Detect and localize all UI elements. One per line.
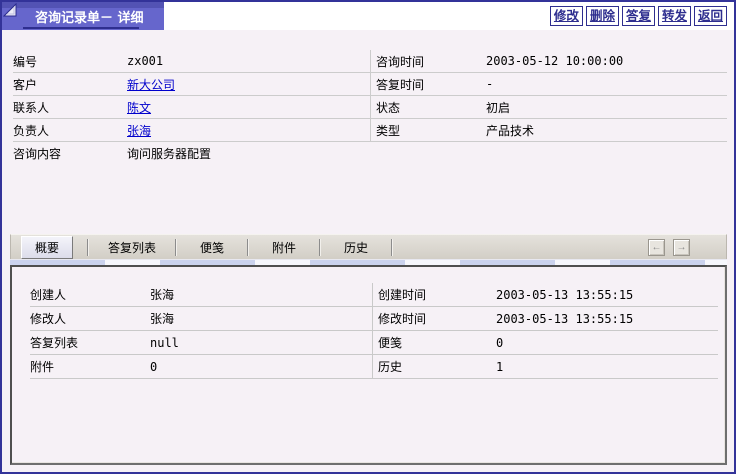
page-title: 咨询记录单－ 详细 [35, 7, 144, 26]
toolbar: 修改 删除 答复 转发 返回 [550, 6, 727, 26]
table-row: 联系人 陈文 状态 初启 [13, 96, 727, 119]
field-label: 便笺 [372, 331, 492, 355]
contact-link[interactable]: 陈文 [127, 99, 151, 116]
tab-reply-list[interactable]: 答复列表 [89, 235, 175, 259]
folded-corner-icon [3, 3, 18, 18]
field-label: 答复时间 [370, 73, 482, 96]
field-value: 2003-05-13 13:55:15 [492, 307, 718, 331]
summary-panel: 创建人 张海 创建时间 2003-05-13 13:55:15 修改人 张海 修… [10, 265, 727, 465]
table-row: 编号 zx001 咨询时间 2003-05-12 10:00:00 [13, 50, 727, 73]
tab-scroll-buttons: ← → [648, 235, 726, 259]
tab-summary[interactable]: 概要 [21, 236, 73, 259]
page-title-tab: 咨询记录单－ 详细 [2, 2, 164, 30]
table-row: 附件 0 历史 1 [30, 355, 718, 379]
field-label: 咨询内容 [13, 142, 127, 165]
field-value: 张海 [127, 119, 370, 142]
field-label: 答复列表 [30, 331, 150, 355]
table-row: 客户 新大公司 答复时间 - [13, 73, 727, 96]
owner-link[interactable]: 张海 [127, 122, 151, 139]
field-value: 0 [492, 331, 718, 355]
table-row: 负责人 张海 类型 产品技术 [13, 119, 727, 142]
return-button[interactable]: 返回 [694, 6, 727, 26]
field-label: 联系人 [13, 96, 127, 119]
title-underline [23, 27, 139, 29]
field-value: 新大公司 [127, 73, 370, 96]
modify-button[interactable]: 修改 [550, 6, 583, 26]
delete-button[interactable]: 删除 [586, 6, 619, 26]
field-label: 修改时间 [372, 307, 492, 331]
tab-notes[interactable]: 便笺 [177, 235, 247, 259]
field-value: 2003-05-13 13:55:15 [492, 283, 718, 307]
field-value: 初启 [482, 96, 727, 119]
header-bar: 咨询记录单－ 详细 修改 删除 答复 转发 返回 [2, 2, 734, 30]
tab-attachments[interactable]: 附件 [249, 235, 319, 259]
field-label: 负责人 [13, 119, 127, 142]
consultation-detail-window: 咨询记录单－ 详细 修改 删除 答复 转发 返回 编号 zx001 咨询时间 2… [0, 0, 736, 474]
field-label: 附件 [30, 355, 150, 379]
field-value: 张海 [150, 307, 372, 331]
field-value: 2003-05-12 10:00:00 [482, 50, 727, 73]
field-label: 修改人 [30, 307, 150, 331]
field-label: 编号 [13, 50, 127, 73]
field-value: null [150, 331, 372, 355]
reply-button[interactable]: 答复 [622, 6, 655, 26]
field-value: 1 [492, 355, 718, 379]
scroll-left-icon[interactable]: ← [648, 239, 665, 256]
detail-table: 编号 zx001 咨询时间 2003-05-12 10:00:00 客户 新大公… [13, 50, 727, 165]
table-row: 创建人 张海 创建时间 2003-05-13 13:55:15 [30, 283, 718, 307]
field-value: 张海 [150, 283, 372, 307]
field-value: 陈文 [127, 96, 370, 119]
field-label: 历史 [372, 355, 492, 379]
field-value: 0 [150, 355, 372, 379]
field-value: 产品技术 [482, 119, 727, 142]
field-label: 状态 [370, 96, 482, 119]
field-value: zx001 [127, 50, 370, 73]
customer-link[interactable]: 新大公司 [127, 76, 175, 93]
field-value: - [482, 73, 727, 96]
field-label: 客户 [13, 73, 127, 96]
table-row: 咨询内容 询问服务器配置 [13, 142, 727, 165]
table-row: 修改人 张海 修改时间 2003-05-13 13:55:15 [30, 307, 718, 331]
tab-history[interactable]: 历史 [321, 235, 391, 259]
table-row: 答复列表 null 便笺 0 [30, 331, 718, 355]
scroll-right-icon[interactable]: → [673, 239, 690, 256]
field-label: 咨询时间 [370, 50, 482, 73]
field-label: 创建人 [30, 283, 150, 307]
field-value: 询问服务器配置 [127, 142, 370, 165]
forward-button[interactable]: 转发 [658, 6, 691, 26]
field-label: 创建时间 [372, 283, 492, 307]
field-label: 类型 [370, 119, 482, 142]
tab-bar: 概要 答复列表 便笺 附件 历史 ← → [10, 234, 727, 259]
summary-table: 创建人 张海 创建时间 2003-05-13 13:55:15 修改人 张海 修… [30, 283, 718, 379]
tab-separator [391, 239, 393, 256]
